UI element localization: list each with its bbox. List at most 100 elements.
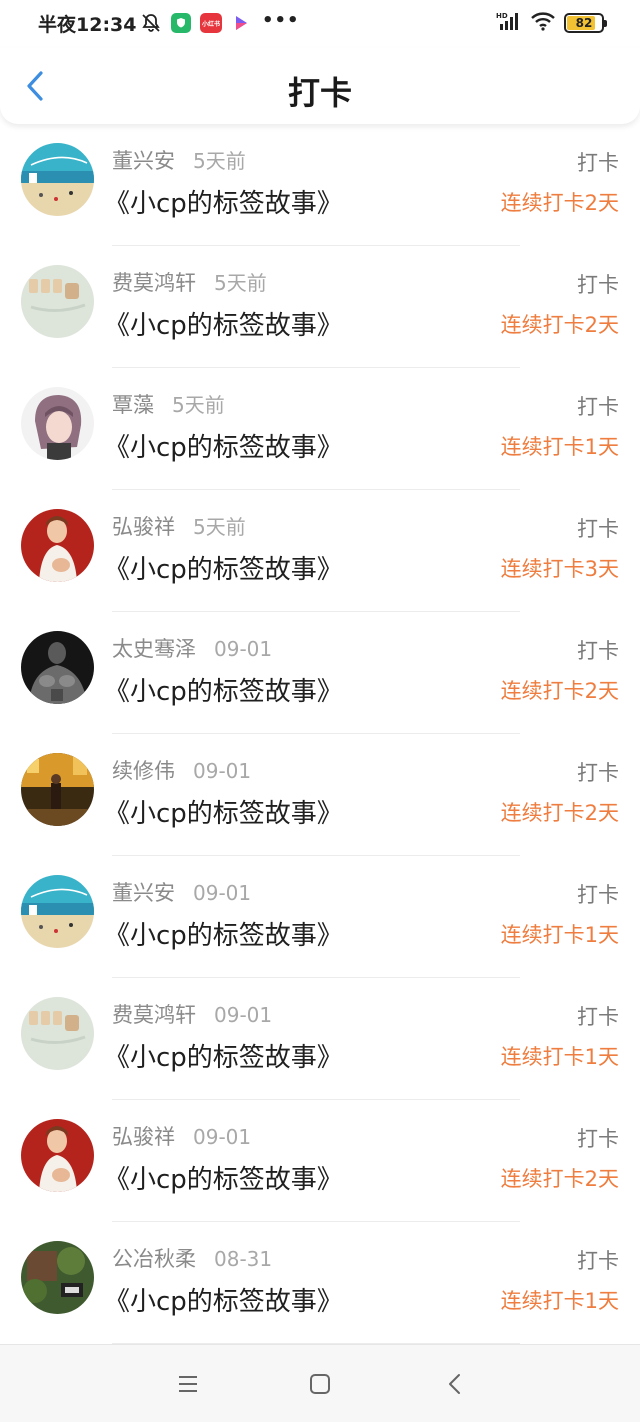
streak-label: 连续打卡2天 [500,191,619,215]
avatar[interactable] [21,997,94,1070]
checkin-action-label: 打卡 [577,1249,619,1273]
svg-text:HD: HD [496,12,508,20]
checkin-row[interactable]: 弘骏祥 09-01 《小cp的标签故事》 打卡连续打卡2天 [0,1100,640,1222]
name-line: 覃藻 5天前 [112,389,225,419]
checkin-row[interactable]: 弘骏祥 5天前《小cp的标签故事》 打卡连续打卡3天 [0,490,640,612]
nav-back-button[interactable] [438,1367,472,1401]
user-name[interactable]: 弘骏祥 [112,511,175,541]
user-name[interactable]: 覃藻 [112,389,154,419]
book-title[interactable]: 《小cp的标签故事》 [104,1281,343,1318]
avatar[interactable] [21,631,94,704]
avatar[interactable] [21,387,94,460]
avatar[interactable] [21,1241,94,1314]
checkin-row[interactable]: 公冶秋柔 08-31 《小cp的标签故事》 打卡连续打卡1天 [0,1222,640,1344]
avatar[interactable] [21,753,94,826]
streak-label: 连续打卡1天 [500,1289,619,1313]
user-name[interactable]: 费莫鸿轩 [112,999,196,1029]
user-name[interactable]: 弘骏祥 [112,1121,175,1151]
book-title[interactable]: 《小cp的标签故事》 [104,1159,343,1196]
checkin-action-label: 打卡 [577,395,619,419]
wifi-icon [530,11,556,35]
user-name[interactable]: 董兴安 [112,145,175,175]
book-title[interactable]: 《小cp的标签故事》 [104,427,343,464]
streak-label: 连续打卡1天 [500,435,619,459]
streak-label: 连续打卡2天 [500,679,619,703]
name-line: 费莫鸿轩 09-01 [112,999,272,1029]
book-title[interactable]: 《小cp的标签故事》 [104,671,343,708]
checkin-row[interactable]: 续修伟 09-01 《小cp的标签故事》 打卡连续打卡2天 [0,734,640,856]
checkin-time: 09-01 [193,1125,252,1149]
avatar[interactable] [21,143,94,216]
book-title[interactable]: 《小cp的标签故事》 [104,183,343,220]
user-name[interactable]: 公冶秋柔 [112,1243,196,1273]
user-name[interactable]: 太史骞泽 [112,633,196,663]
status-system-icons: HD 82 [496,11,607,35]
user-name[interactable]: 费莫鸿轩 [112,267,196,297]
video-app-icon [231,13,251,33]
checkin-list: 董兴安 5天前 《小cp的标签故事》 打卡 连续打卡2天 费莫鸿轩 5天前 《小cp的标签故事… [0,124,640,1344]
checkin-time: 5天前 [193,515,246,539]
name-line: 费莫鸿轩 5天前 [112,267,267,297]
streak-label: 连续打卡2天 [500,313,619,337]
bell-muted-icon [140,12,162,34]
book-title[interactable]: 《小cp的标签故事》 [104,1037,343,1074]
avatar[interactable] [21,265,94,338]
name-line: 弘骏祥 5天前 [112,511,246,541]
book-title[interactable]: 《小cp的标签故事》 [104,915,343,952]
battery-icon: 82 [564,13,607,33]
checkin-row[interactable]: 费莫鸿轩 5天前《小cp的标签故事》 打卡连续打卡2天 [0,246,640,368]
checkin-row[interactable]: 董兴安 09-01 《小cp的标签故事》 打卡连续打卡1天 [0,856,640,978]
checkin-row[interactable]: 费莫鸿轩 09-01 《小cp的标签故事》 打卡连续打卡1天 [0,978,640,1100]
name-line: 续修伟 09-01 [112,755,251,785]
signal-icon: HD [496,11,522,35]
user-name[interactable]: 续修伟 [112,755,175,785]
checkin-action-label: 打卡 [577,639,619,663]
streak-label: 连续打卡2天 [500,801,619,825]
book-title[interactable]: 《小cp的标签故事》 [104,793,343,830]
page-title: 打卡 [287,74,352,112]
system-nav-bar [0,1344,640,1422]
xiaohongshu-app-icon: 小红书 [200,13,222,33]
checkin-action-label: 打卡 [577,1127,619,1151]
status-time: 半夜12:34 [38,14,137,36]
avatar[interactable] [21,1119,94,1192]
streak-label: 连续打卡2天 [500,1167,619,1191]
checkin-row[interactable]: 太史骞泽 09-01 《小cp的标签故事》 打卡连续打卡2天 [0,612,640,734]
avatar[interactable] [21,509,94,582]
checkin-action-label: 打卡 [577,761,619,785]
checkin-row[interactable]: 董兴安 5天前《小cp的标签故事》 打卡连续打卡2天 [0,124,640,246]
checkin-time: 5天前 [172,393,225,417]
user-name[interactable]: 董兴安 [112,877,175,907]
book-title[interactable]: 《小cp的标签故事》 [104,549,343,586]
name-line: 董兴安 09-01 [112,877,251,907]
status-notification-icons: 小红书 ••• [140,10,300,35]
checkin-action-label: 打卡 [577,151,619,175]
checkin-time: 08-31 [214,1247,273,1271]
shield-app-icon [171,13,191,33]
name-line: 弘骏祥 09-01 [112,1121,251,1151]
avatar[interactable] [21,875,94,948]
name-line: 董兴安 5天前 [112,145,246,175]
nav-menu-button[interactable] [171,1367,205,1401]
checkin-time: 09-01 [193,759,252,783]
nav-home-button[interactable] [303,1367,337,1401]
menu-icon [179,1376,197,1392]
streak-label: 连续打卡1天 [500,1045,619,1069]
home-icon [310,1374,330,1394]
name-line: 公冶秋柔 08-31 [112,1243,272,1273]
checkin-time: 09-01 [193,881,252,905]
checkin-row[interactable]: 覃藻 5天前《小cp的标签故事》 打卡连续打卡1天 [0,368,640,490]
checkin-time: 5天前 [214,271,267,295]
checkin-action-label: 打卡 [577,273,619,297]
streak-label: 连续打卡3天 [500,557,619,581]
checkin-time: 5天前 [193,149,246,173]
back-icon [449,1374,460,1394]
checkin-action-label: 打卡 [577,517,619,541]
streak-label: 连续打卡1天 [500,923,619,947]
checkin-time: 09-01 [214,637,273,661]
battery-percent: 82 [575,16,593,30]
checkin-action-label: 打卡 [577,883,619,907]
book-title[interactable]: 《小cp的标签故事》 [104,305,343,342]
status-bar: 半夜12:34 小红书 ••• HD 82 [0,0,640,48]
checkin-action-label: 打卡 [577,1005,619,1029]
